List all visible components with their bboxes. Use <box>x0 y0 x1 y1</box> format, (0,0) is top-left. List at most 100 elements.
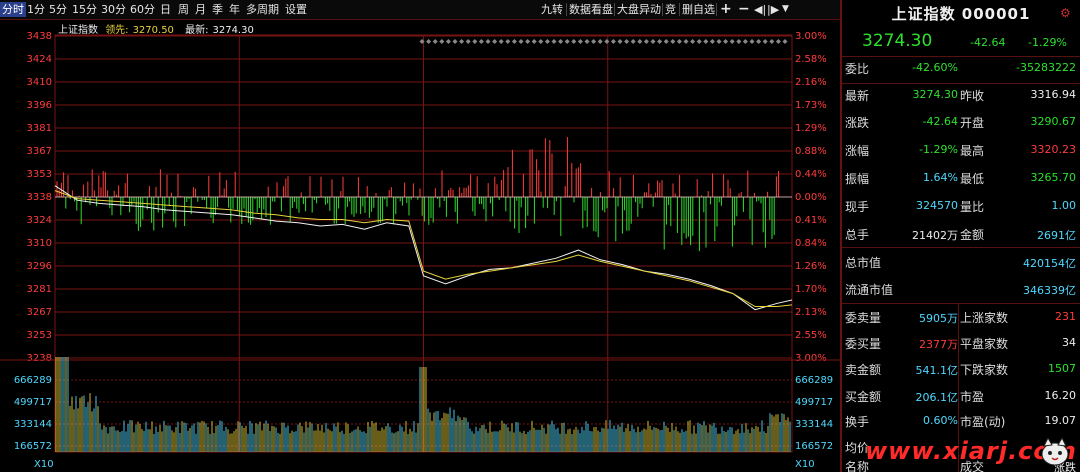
intraday-chart-canvas: 3438 3.00% 3424 2.58% 3410 2.16% 3396 1.73% 3381… <box>0 31 840 470</box>
quote-value: 324570 <box>916 199 958 212</box>
pct-tick-label: 1.70% <box>795 284 827 295</box>
event-marker-icon <box>511 39 517 44</box>
legend-latest-value: 3274.30 <box>212 25 254 36</box>
volume-tick-label-right: 666289 <box>795 375 833 386</box>
quote-value: 3274.30 <box>912 88 959 101</box>
toolbar-divider <box>679 3 680 16</box>
price-tick-label: 3267 <box>27 307 52 318</box>
auction-button[interactable]: 竞 <box>665 2 676 17</box>
market-alert-button[interactable]: 大盘异动 <box>617 2 661 17</box>
quote-label: 委买量 <box>845 337 882 351</box>
plus-icon[interactable]: + <box>720 2 732 17</box>
price-tick-label: 3253 <box>27 330 52 341</box>
price-tick-label: 3281 <box>27 284 52 295</box>
panel-divider <box>842 56 1080 57</box>
tab-1min[interactable]: 1分 <box>27 2 45 17</box>
event-marker-icon <box>498 39 504 44</box>
event-marker-icon <box>703 39 709 44</box>
tab-weekly[interactable]: 周 <box>178 2 189 17</box>
price-tick-label: 3310 <box>27 238 52 249</box>
event-marker-icon <box>485 39 491 44</box>
quote-value: 3290.67 <box>1030 115 1077 128</box>
tab-yearly[interactable]: 年 <box>229 2 240 17</box>
price-tick-label: 3381 <box>27 123 52 134</box>
tab-15min[interactable]: 15分 <box>72 2 97 17</box>
quote-value: 231 <box>1055 310 1076 323</box>
tab-60min[interactable]: 60分 <box>130 2 155 17</box>
event-marker-icon <box>676 39 682 44</box>
price-tick-label: 3338 <box>27 192 52 203</box>
tab-intraday[interactable]: 分时 <box>0 2 26 17</box>
event-marker-icon <box>472 39 478 44</box>
event-marker-icon <box>544 39 550 44</box>
price-change-pct: -1.29% <box>1028 36 1067 49</box>
quote-label: 委比 <box>845 62 870 76</box>
quote-value: 3265.70 <box>1030 171 1077 184</box>
pct-tick-label: 2.58% <box>795 54 827 65</box>
quote-label: 现手 <box>845 200 870 214</box>
quote-value: 2377万 <box>919 338 958 351</box>
event-marker-icon <box>782 39 788 44</box>
event-marker-icon <box>683 39 689 44</box>
event-marker-icon <box>478 39 484 44</box>
toolbar-divider <box>716 3 717 16</box>
legend-latest-label: 最新: <box>185 25 209 36</box>
event-marker-icon <box>690 39 696 44</box>
pct-tick-label: 3.00% <box>795 31 827 42</box>
stock-terminal-window: 分时 1分 5分 15分 30分 60分 日 周 月 季 年 多周期 设置 九转… <box>0 0 1080 472</box>
pct-tick-label: 2.16% <box>795 77 827 88</box>
event-marker-icon <box>696 39 702 44</box>
event-marker-icon <box>716 39 722 44</box>
event-marker-icon <box>432 39 438 44</box>
tab-5min[interactable]: 5分 <box>49 2 67 17</box>
quote-label: 开盘 <box>960 116 985 130</box>
chart-legend: 上证指数 领先: 3270.50 最新: 3274.30 <box>58 21 258 36</box>
event-marker-icon <box>558 39 564 44</box>
legend-leader-label: 领先: <box>105 25 129 36</box>
quote-value: -1.29% <box>919 143 958 156</box>
pct-tick-label: 2.55% <box>795 330 827 341</box>
event-marker-icon <box>762 39 768 44</box>
quote-value: -42.64 <box>922 115 958 128</box>
tab-daily[interactable]: 日 <box>160 2 171 17</box>
volume-tick-label: 166572 <box>14 441 52 452</box>
remove-watchlist-button[interactable]: 删自选 <box>682 2 715 17</box>
price-tick-label: 3424 <box>27 54 52 65</box>
tab-quarterly[interactable]: 季 <box>212 2 223 17</box>
skip-right-icon[interactable]: |▶ <box>767 2 779 17</box>
quote-label: 最高 <box>960 144 985 158</box>
pct-tick-label: 0.88% <box>795 146 827 157</box>
event-marker-icon <box>657 39 663 44</box>
pct-tick-label: 2.13% <box>795 307 827 318</box>
event-marker-icon <box>756 39 762 44</box>
price-tick-label: 3438 <box>27 31 52 42</box>
quote-label: 卖金额 <box>845 363 882 377</box>
nine-turn-button[interactable]: 九转 <box>541 2 563 17</box>
volume-tick-label: 666289 <box>14 375 52 386</box>
quote-value: 3320.23 <box>1030 143 1077 156</box>
tab-multi-period[interactable]: 多周期 <box>246 2 279 17</box>
gear-icon[interactable]: ⚙ <box>1060 7 1072 19</box>
event-marker-icon <box>591 39 597 44</box>
settings-button[interactable]: 设置 <box>285 2 307 17</box>
dropdown-icon[interactable]: ▼ <box>782 2 789 17</box>
breadth-bars <box>56 137 780 252</box>
data-board-button[interactable]: 数据看盘 <box>569 2 613 17</box>
quote-label: 总市值 <box>845 256 882 270</box>
price-tick-label: 3296 <box>27 261 52 272</box>
event-marker-icon <box>505 39 511 44</box>
skip-left-icon[interactable]: ◀| <box>754 2 766 17</box>
minus-icon[interactable]: − <box>738 2 750 17</box>
quote-value: 19.07 <box>1044 414 1077 427</box>
toolbar-divider <box>614 3 615 16</box>
quote-label: 委卖量 <box>845 311 882 325</box>
event-marker-icon <box>577 39 583 44</box>
quote-label: 涨幅 <box>845 144 870 158</box>
event-marker-icon <box>551 39 557 44</box>
tab-30min[interactable]: 30分 <box>101 2 126 17</box>
intraday-chart[interactable]: 3438 3.00% 3424 2.58% 3410 2.16% 3396 1.73% 3381… <box>0 20 840 472</box>
panel-divider <box>842 303 1080 304</box>
quote-value: 0.60% <box>923 414 958 427</box>
quote-label: 最低 <box>960 172 985 186</box>
tab-monthly[interactable]: 月 <box>195 2 206 17</box>
